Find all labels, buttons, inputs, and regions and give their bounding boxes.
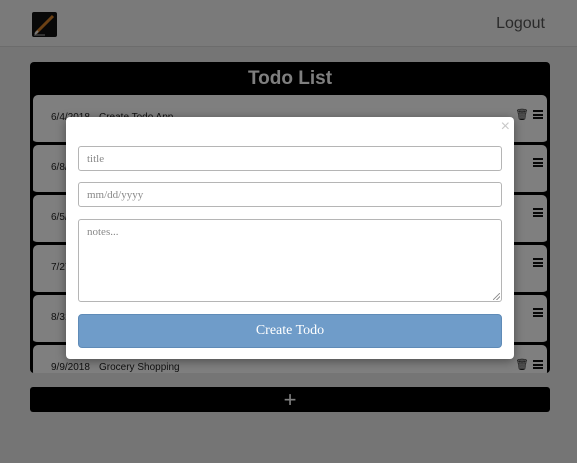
notes-textarea[interactable] [78,219,502,302]
resize-grip-icon[interactable] [493,293,500,300]
date-input[interactable] [78,182,502,207]
close-icon[interactable]: × [501,118,510,136]
create-todo-button[interactable]: Create Todo [78,314,502,348]
title-input[interactable] [78,146,502,171]
create-todo-modal: × Create Todo [66,117,514,359]
